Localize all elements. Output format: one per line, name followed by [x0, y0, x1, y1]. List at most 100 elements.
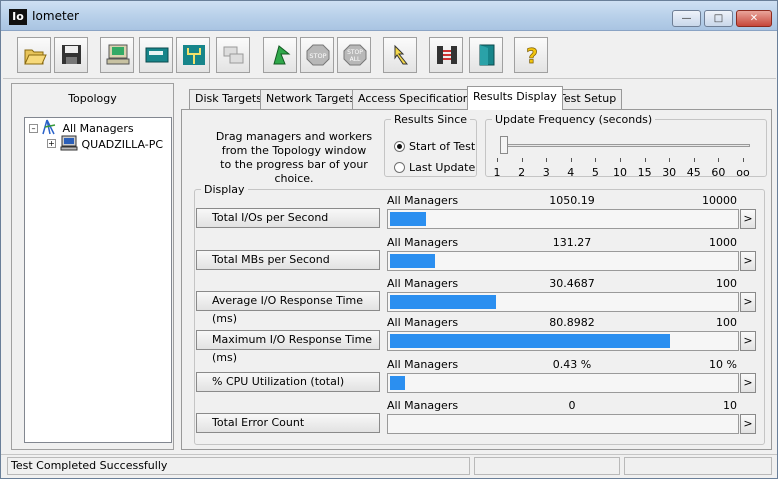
display-title: Display: [204, 183, 245, 196]
metric-max: 10: [723, 399, 737, 412]
drag-text-line: to the progress bar of your choice.: [220, 158, 368, 185]
title-bar[interactable]: Io Iometer — □ ✕: [1, 1, 777, 31]
tab-network-targets[interactable]: Network Targets: [260, 89, 362, 109]
slider-tick-label: 10: [613, 166, 627, 179]
duplicate-worker-icon: [223, 46, 244, 64]
stop-test-button[interactable]: STOP: [300, 37, 334, 73]
stop-all-label: STOP: [347, 49, 363, 56]
drag-instructions: Drag managers and workers from the Topol…: [202, 130, 386, 186]
metric-menu-button[interactable]: >: [740, 373, 756, 393]
tree-item-label: QUADZILLA-PC: [81, 138, 164, 151]
metric-select-button[interactable]: Total I/Os per Second: [196, 208, 380, 228]
duplicate-worker-button[interactable]: [216, 37, 250, 73]
metric-select-button[interactable]: % CPU Utilization (total): [196, 372, 380, 392]
reset-workers-button[interactable]: [383, 37, 417, 73]
close-button[interactable]: ✕: [736, 10, 772, 27]
metric-bar[interactable]: [387, 414, 739, 434]
iometer-window: Io Iometer — □ ✕ STOP STOP ALL ? Topolog…: [0, 0, 778, 479]
radio-selected-icon: [394, 141, 405, 152]
start-tests-button[interactable]: [263, 37, 297, 73]
metric-bar[interactable]: [387, 292, 739, 312]
metric-select-button[interactable]: Total Error Count: [196, 413, 380, 433]
metric-bar[interactable]: [387, 373, 739, 393]
new-disk-worker-button[interactable]: [139, 37, 173, 73]
metric-max: 10000: [702, 194, 737, 207]
update-frequency-thumb[interactable]: [500, 136, 508, 154]
metric-select-button[interactable]: Average I/O Response Time (ms): [196, 291, 380, 325]
results-since-title: Results Since: [394, 113, 468, 126]
new-manager-button[interactable]: [100, 37, 134, 73]
metric-menu-button[interactable]: >: [740, 251, 756, 271]
metric-bar-fill: [390, 334, 670, 348]
save-config-button[interactable]: [54, 37, 88, 73]
computer-icon: [60, 135, 78, 151]
stop-label: STOP: [309, 52, 326, 60]
metric-bar[interactable]: [387, 331, 739, 351]
new-network-worker-icon: [183, 45, 205, 65]
new-manager-icon: [106, 44, 130, 65]
metric-select-button[interactable]: Total MBs per Second: [196, 250, 380, 270]
collapse-toggle-icon[interactable]: –: [29, 124, 38, 133]
tab-test-setup[interactable]: Test Setup: [553, 89, 623, 109]
slider-tick: [693, 158, 695, 162]
radio-label: Last Update: [409, 161, 476, 174]
slider-tick-label: 1: [493, 166, 501, 179]
results-since-group: Results Since Start of Test Last Update: [384, 113, 477, 177]
slider-tick: [595, 158, 597, 162]
metric-bar[interactable]: [387, 209, 739, 229]
new-network-worker-button[interactable]: [176, 37, 210, 73]
radio-last-update[interactable]: Last Update: [394, 161, 475, 174]
tab-container: Disk Targets Network Targets Access Spec…: [181, 85, 772, 450]
minimize-button[interactable]: —: [672, 10, 701, 27]
expand-toggle-icon[interactable]: +: [47, 139, 56, 148]
status-bar: Test Completed Successfully: [1, 454, 777, 478]
slider-tick-label: oo: [736, 166, 750, 179]
tree-item-manager[interactable]: QUADZILLA-PC: [60, 135, 163, 151]
metric-menu-button[interactable]: >: [740, 414, 756, 434]
open-config-button[interactable]: [17, 37, 51, 73]
radio-unselected-icon: [394, 162, 405, 173]
update-frequency-track[interactable]: [502, 144, 750, 147]
metric-bar[interactable]: [387, 251, 739, 271]
metric-max: 1000: [709, 236, 737, 249]
metric-max: 100: [716, 316, 737, 329]
tab-disk-targets[interactable]: Disk Targets: [189, 89, 268, 109]
tab-access-specifications[interactable]: Access Specifications: [352, 89, 482, 109]
slider-tick-label: 5: [591, 166, 599, 179]
update-frequency-title: Update Frequency (seconds): [495, 113, 653, 126]
stop-all-button[interactable]: STOP ALL: [337, 37, 371, 73]
metric-select-button[interactable]: Maximum I/O Response Time (ms): [196, 330, 380, 364]
topology-tree[interactable]: – All Managers + QUADZILLA-PC: [24, 117, 172, 443]
about-icon: ?: [526, 44, 538, 66]
status-pane-3: [624, 457, 772, 475]
maximize-button[interactable]: □: [704, 10, 733, 27]
network-manager-icon: [42, 119, 56, 135]
slider-tick-label: 15: [637, 166, 652, 179]
toolbar: STOP STOP ALL ?: [3, 33, 776, 79]
tree-item-label: All Managers: [62, 122, 134, 135]
tab-results-display[interactable]: Results Display: [467, 86, 563, 110]
about-button[interactable]: ?: [514, 37, 548, 73]
metric-source: All Managers: [387, 399, 459, 412]
metric-source: All Managers: [387, 236, 459, 249]
metric-menu-button[interactable]: >: [740, 209, 756, 229]
status-pane-2: [474, 457, 620, 475]
slider-tick: [644, 158, 646, 162]
tree-item-all-managers[interactable]: All Managers: [41, 119, 134, 135]
metric-menu-button[interactable]: >: [740, 331, 756, 351]
topology-panel: Topology – All Managers + QUADZILLA-PC: [11, 83, 174, 450]
metric-bar-fill: [390, 212, 427, 226]
slider-tick-label: 30: [662, 166, 677, 179]
metric-value: 80.8982: [549, 316, 595, 329]
window-title: Iometer: [32, 9, 79, 23]
drag-text-line: from the Topology window: [221, 144, 367, 157]
metric-menu-button[interactable]: >: [740, 292, 756, 312]
metric-value: 1050.19: [549, 194, 595, 207]
metric-source: All Managers: [387, 316, 459, 329]
exit-button[interactable]: [469, 37, 503, 73]
results-display-panel: Drag managers and workers from the Topol…: [181, 109, 772, 450]
disconnect-workers-button[interactable]: [429, 37, 463, 73]
stop-test-icon: STOP: [306, 44, 330, 66]
radio-start-of-test[interactable]: Start of Test: [394, 140, 475, 153]
status-text: Test Completed Successfully: [7, 457, 470, 475]
